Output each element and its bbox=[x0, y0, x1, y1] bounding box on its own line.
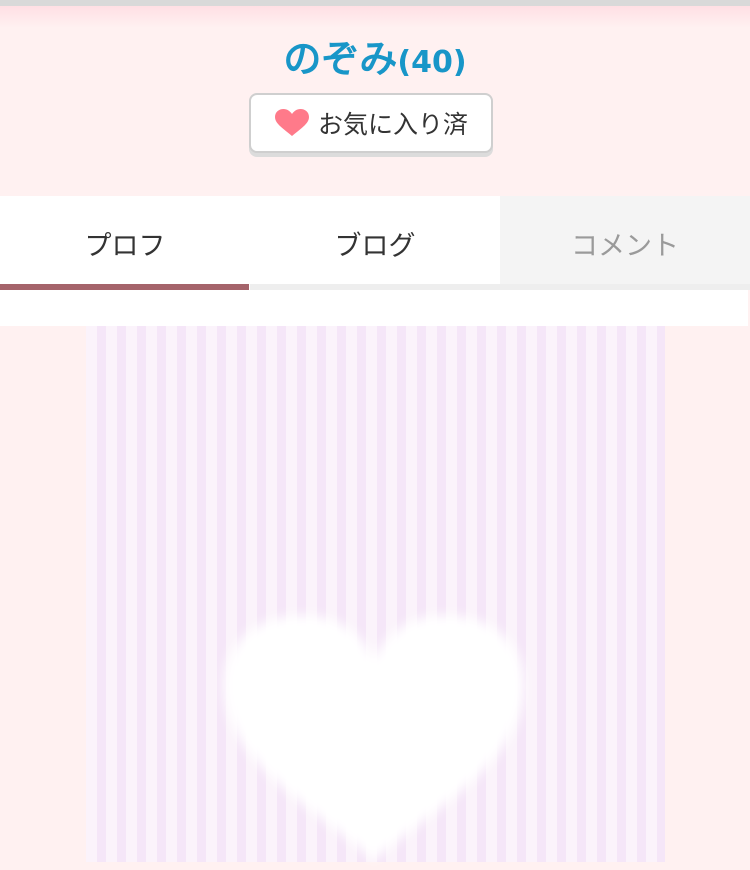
tab-profile-label: プロフ bbox=[84, 230, 166, 262]
heart-icon bbox=[224, 615, 524, 860]
tab-blog-label: ブログ bbox=[334, 230, 416, 262]
favorite-button[interactable]: お気に入り済 bbox=[249, 93, 493, 153]
profile-photo-placeholder[interactable] bbox=[86, 326, 665, 862]
profile-tabs: プロフ ブログ コメント bbox=[0, 196, 750, 290]
favorite-button-label: お気に入り済 bbox=[317, 110, 468, 139]
profile-age: (40) bbox=[397, 45, 467, 80]
tab-blog[interactable]: ブログ bbox=[250, 196, 500, 290]
content-spacer bbox=[0, 290, 748, 326]
tab-comment[interactable]: コメント bbox=[500, 196, 750, 290]
header-glow bbox=[0, 6, 750, 28]
tab-comment-label: コメント bbox=[571, 230, 679, 262]
heart-icon bbox=[274, 109, 309, 136]
tab-profile[interactable]: プロフ bbox=[0, 196, 250, 290]
profile-title: のぞみ(40) bbox=[0, 28, 750, 83]
profile-name: のぞみ bbox=[283, 37, 398, 81]
